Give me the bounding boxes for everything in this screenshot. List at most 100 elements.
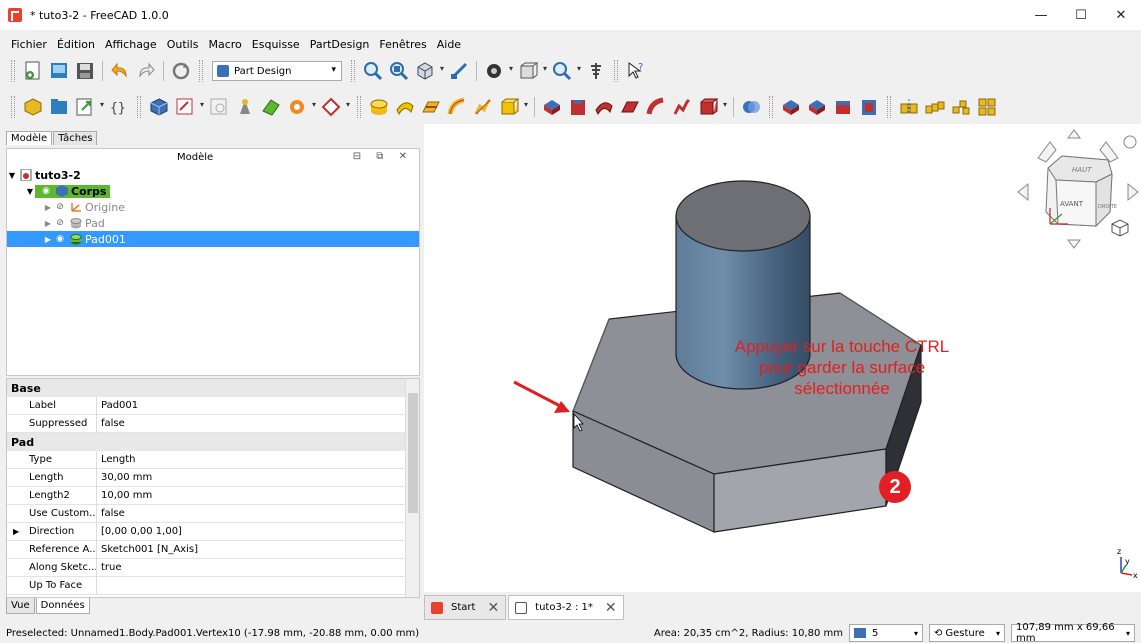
- pocket-icon[interactable]: [541, 96, 563, 118]
- prop-value[interactable]: Length: [97, 454, 136, 465]
- thickness-icon[interactable]: [858, 96, 880, 118]
- linear-pattern-icon[interactable]: [924, 96, 946, 118]
- prop-row[interactable]: Suppressed false: [7, 414, 419, 433]
- prop-row[interactable]: ▶ Direction [0,00 0,00 1,00]: [7, 522, 419, 541]
- menu-esquisse[interactable]: Esquisse: [247, 38, 305, 51]
- groove-icon[interactable]: [593, 96, 615, 118]
- dimensions-display[interactable]: 107,89 mm x 69,66 mm ▾: [1011, 622, 1135, 643]
- measure-zoom-icon[interactable]: [551, 60, 581, 82]
- body-icon[interactable]: [148, 96, 170, 118]
- draw-style-selector[interactable]: 5 ▾: [849, 624, 923, 642]
- expand-arrow-icon[interactable]: ▶: [13, 523, 19, 541]
- minimize-button[interactable]: —: [1021, 0, 1061, 30]
- datum-plane-icon[interactable]: [286, 96, 316, 118]
- prop-value[interactable]: 30,00 mm: [97, 472, 152, 483]
- undo-icon[interactable]: [109, 60, 131, 82]
- whats-this-icon[interactable]: ?: [625, 60, 647, 82]
- additive-helix-icon[interactable]: [472, 96, 494, 118]
- group-icon[interactable]: [48, 96, 70, 118]
- prop-row[interactable]: Up To Face: [7, 576, 419, 595]
- eye-hidden-icon[interactable]: ⊘: [53, 202, 67, 212]
- view-menu-cube-icon[interactable]: [1111, 219, 1129, 237]
- toolbar-grip[interactable]: [199, 60, 203, 82]
- prop-value[interactable]: true: [97, 562, 122, 573]
- expand-arrow-icon[interactable]: ▶: [43, 203, 53, 212]
- prop-row[interactable]: Length2 10,00 mm: [7, 486, 419, 505]
- nav-right-arrow-icon[interactable]: [1127, 182, 1139, 202]
- new-document-icon[interactable]: [22, 60, 44, 82]
- workbench-selector[interactable]: Part Design ▾: [212, 61, 342, 81]
- pad-icon[interactable]: [368, 96, 390, 118]
- boolean-icon[interactable]: [740, 96, 762, 118]
- nav-up-arrow-icon[interactable]: [1067, 129, 1081, 139]
- eye-hidden-icon[interactable]: ⊘: [53, 218, 67, 228]
- revolution-icon[interactable]: [394, 96, 416, 118]
- menu-affichage[interactable]: Affichage: [100, 38, 162, 51]
- chamfer-icon[interactable]: [806, 96, 828, 118]
- tree-item-pad[interactable]: ▶ ⊘ Pad: [7, 215, 419, 231]
- refresh-icon[interactable]: [170, 60, 192, 82]
- draw-style-icon[interactable]: [483, 60, 513, 82]
- measure-icon[interactable]: [585, 60, 607, 82]
- subtractive-loft-icon[interactable]: [619, 96, 641, 118]
- create-sketch-icon[interactable]: [174, 96, 204, 118]
- nav-down-arrow-icon[interactable]: [1067, 239, 1081, 249]
- redo-icon[interactable]: [135, 60, 157, 82]
- subtractive-helix-icon[interactable]: [671, 96, 693, 118]
- subtractive-primitive-icon[interactable]: [697, 96, 727, 118]
- tab-vue[interactable]: Vue: [6, 598, 35, 614]
- polar-pattern-icon[interactable]: [950, 96, 972, 118]
- prop-value[interactable]: 10,00 mm: [97, 490, 152, 501]
- toolbar-grip[interactable]: [769, 96, 773, 118]
- prop-row[interactable]: Type Length: [7, 450, 419, 469]
- expand-arrow-icon[interactable]: ▶: [43, 235, 53, 244]
- prop-row[interactable]: Use Custom... false: [7, 504, 419, 523]
- part-icon[interactable]: [22, 96, 44, 118]
- menu-aide[interactable]: Aide: [432, 38, 466, 51]
- open-document-icon[interactable]: [48, 60, 70, 82]
- sketch-view-icon[interactable]: [448, 60, 470, 82]
- menu-fichier[interactable]: Fichier: [6, 38, 52, 51]
- navigation-cube[interactable]: HAUT AVANT DROITE: [1016, 128, 1141, 253]
- close-icon[interactable]: ✕: [487, 600, 499, 616]
- tab-document[interactable]: tuto3-2 : 1* ✕: [508, 595, 624, 620]
- menu-macro[interactable]: Macro: [203, 38, 246, 51]
- datum-line-icon[interactable]: [260, 96, 282, 118]
- tab-start[interactable]: Start ✕: [424, 595, 507, 620]
- close-icon[interactable]: ✕: [605, 600, 617, 616]
- eye-icon[interactable]: ◉: [39, 186, 53, 196]
- navigation-style-selector[interactable]: ⟲ Gesture ▾: [929, 624, 1005, 642]
- prop-value[interactable]: [0,00 0,00 1,00]: [97, 526, 182, 537]
- prop-row[interactable]: Label Pad001: [7, 396, 419, 415]
- maximize-button[interactable]: ☐: [1061, 0, 1101, 30]
- rotate-left-arrow-icon[interactable]: [1037, 141, 1057, 163]
- additive-loft-icon[interactable]: [420, 96, 442, 118]
- save-icon[interactable]: [74, 60, 96, 82]
- toolbar-grip[interactable]: [614, 60, 618, 82]
- expand-arrow-icon[interactable]: ▼: [25, 187, 35, 196]
- rotate-right-arrow-icon[interactable]: [1099, 141, 1119, 163]
- tree-document[interactable]: ▼ tuto3-2: [7, 167, 419, 183]
- nav-left-arrow-icon[interactable]: [1017, 182, 1029, 202]
- fit-all-icon[interactable]: [362, 60, 384, 82]
- fillet-icon[interactable]: [780, 96, 802, 118]
- additive-primitive-icon[interactable]: [498, 96, 528, 118]
- tab-modele[interactable]: Modèle: [6, 131, 53, 145]
- scrollbar-thumb[interactable]: [408, 393, 418, 513]
- tree-item-origine[interactable]: ▶ ⊘ Origine: [7, 199, 419, 215]
- toolbar-grip[interactable]: [351, 60, 355, 82]
- shape-binder-icon[interactable]: [320, 96, 350, 118]
- link-icon[interactable]: [74, 96, 104, 118]
- toolbar-grip[interactable]: [11, 60, 15, 82]
- prop-row[interactable]: Length 30,00 mm: [7, 468, 419, 487]
- variable-set-icon[interactable]: {}: [108, 96, 130, 118]
- tree-item-pad001[interactable]: ▶ ◉ Pad001: [7, 231, 419, 247]
- toolbar-grip[interactable]: [887, 96, 891, 118]
- menu-outils[interactable]: Outils: [162, 38, 204, 51]
- datum-point-icon[interactable]: [234, 96, 256, 118]
- subtractive-pipe-icon[interactable]: [645, 96, 667, 118]
- prop-row[interactable]: Along Sketc... true: [7, 558, 419, 577]
- prop-value[interactable]: false: [97, 508, 125, 519]
- box-view-icon[interactable]: [517, 60, 547, 82]
- prop-value[interactable]: false: [97, 418, 125, 429]
